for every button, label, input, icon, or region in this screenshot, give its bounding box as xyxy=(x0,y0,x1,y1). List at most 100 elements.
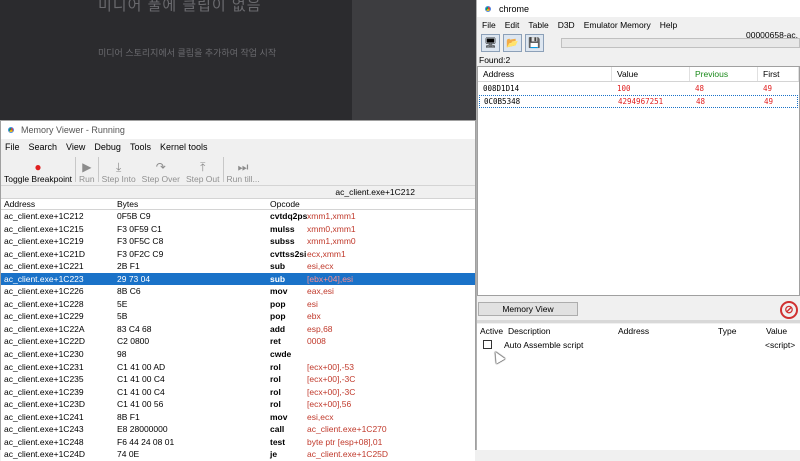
menu-kernel-tools[interactable]: Kernel tools xyxy=(160,142,208,152)
instruction-opcode: mov xyxy=(270,286,288,297)
instruction-address: ac_client.exe+1C226 xyxy=(4,286,84,297)
menu-file[interactable]: File xyxy=(5,142,20,152)
step-over-button[interactable]: ↷ Step Over xyxy=(139,154,183,186)
disassembly-row[interactable]: ac_client.exe+1C219 F3 0F5C C8 subss xmm1,x… xyxy=(1,235,475,248)
found-row-selected[interactable]: 0C0B5348 4294967251 48 49 xyxy=(479,95,798,108)
open-file-icon[interactable]: 📂 xyxy=(503,34,522,52)
save-icon[interactable]: 💾 xyxy=(525,34,544,52)
column-active[interactable]: Active xyxy=(477,324,505,339)
instruction-opcode: rol xyxy=(270,361,281,372)
instruction-bytes: 74 0E xyxy=(117,449,140,460)
step-into-icon: ⤓ xyxy=(116,160,122,174)
instruction-operands: [ecx+00],-53 xyxy=(307,361,355,372)
cheat-engine-titlebar[interactable]: chrome xyxy=(477,0,800,17)
instruction-address: ac_client.exe+1C212 xyxy=(4,211,84,221)
instruction-bytes: 2B F1 xyxy=(117,261,140,272)
instruction-opcode: sub xyxy=(270,261,286,272)
instruction-operands: 0008 xyxy=(307,336,326,347)
instruction-address: ac_client.exe+1C22D xyxy=(4,336,86,347)
cheat-table[interactable]: Active Description Address Type Value Au… xyxy=(477,324,800,450)
column-address[interactable]: Address xyxy=(1,199,114,209)
column-address[interactable]: Address xyxy=(478,67,612,81)
disassembly-row[interactable]: ac_client.exe+1C229 5B pop ebx xyxy=(1,310,475,323)
instruction-operands: esp,68 xyxy=(307,323,333,334)
instruction-bytes: E8 28000000 xyxy=(117,424,168,435)
disassembly-row[interactable]: ac_client.exe+1C212 0F5B C9 cvtdq2ps xmm1,x… xyxy=(1,210,475,223)
instruction-bytes: C1 41 00 C4 xyxy=(117,374,165,385)
instruction-bytes: 98 xyxy=(117,349,127,360)
found-list[interactable]: Address Value Previous First 008D1D14 10… xyxy=(477,66,800,296)
media-pool-empty-subtitle: 미디어 스토리지에서 클립을 추가하여 작업 시작 xyxy=(98,48,277,58)
disassembly-row[interactable]: ac_client.exe+1C235 C1 41 00 C4 rol [ecx+00… xyxy=(1,373,475,386)
cheat-table-row[interactable]: Auto Assemble script <script> xyxy=(477,339,800,351)
column-value[interactable]: Value xyxy=(763,324,800,339)
disassembly-row[interactable]: ac_client.exe+1C22D C2 0800 ret 0008 xyxy=(1,335,475,348)
menu-view[interactable]: View xyxy=(66,142,85,152)
run-till-button[interactable]: ⏭ Run till... xyxy=(224,154,263,186)
column-opcode[interactable]: Opcode xyxy=(267,199,475,209)
menu-table[interactable]: Table xyxy=(528,20,548,30)
menu-edit[interactable]: Edit xyxy=(505,20,520,30)
current-location: ac_client.exe+1C212 xyxy=(1,186,475,199)
found-row[interactable]: 008D1D14 100 48 49 xyxy=(478,82,799,95)
column-address[interactable]: Address xyxy=(615,324,715,339)
entry-type xyxy=(714,339,762,351)
disassembly-row[interactable]: ac_client.exe+1C230 98 cwde xyxy=(1,348,475,361)
memory-viewer-menubar: File Search View Debug Tools Kernel tool… xyxy=(1,139,475,154)
instruction-operands: [ecx+00],-3C xyxy=(307,386,356,397)
select-process-icon[interactable]: 🖥 xyxy=(481,34,500,52)
menu-help[interactable]: Help xyxy=(660,20,677,30)
menu-debug[interactable]: Debug xyxy=(94,142,121,152)
chrome-icon xyxy=(483,3,493,14)
disassembly-row[interactable]: ac_client.exe+1C243 E8 28000000 call ac_cli… xyxy=(1,423,475,436)
disassembly-row[interactable]: ac_client.exe+1C241 8B F1 mov esi,ecx xyxy=(1,411,475,424)
column-first[interactable]: First xyxy=(758,67,799,81)
instruction-address: ac_client.exe+1C235 xyxy=(4,374,84,385)
disassembly-row-selected[interactable]: ac_client.exe+1C223 29 73 04 sub [ebx+04],e… xyxy=(1,272,475,286)
instruction-address: ac_client.exe+1C241 xyxy=(4,411,84,422)
disassembly-row[interactable]: ac_client.exe+1C228 5E pop esi xyxy=(1,298,475,311)
column-description[interactable]: Description xyxy=(505,324,615,339)
instruction-bytes: 83 C4 68 xyxy=(117,323,152,334)
menu-emulator-memory[interactable]: Emulator Memory xyxy=(584,20,651,30)
disassembly-row[interactable]: ac_client.exe+1C221 2B F1 sub esi,ecx xyxy=(1,260,475,273)
instruction-opcode: cvttss2si xyxy=(270,248,307,259)
step-into-button[interactable]: ⤓ Step Into xyxy=(99,154,139,186)
disassembly-row[interactable]: ac_client.exe+1C24D 74 0E je ac_client.exe+… xyxy=(1,448,475,461)
instruction-bytes: 0F5B C9 xyxy=(117,211,151,221)
column-previous[interactable]: Previous xyxy=(690,67,758,81)
instruction-opcode: rol xyxy=(270,374,281,385)
cheat-engine-window: chrome File Edit Table D3D Emulator Memo… xyxy=(476,0,800,450)
step-out-button[interactable]: ⤒ Step Out xyxy=(183,154,223,186)
instruction-opcode: rol xyxy=(270,399,281,410)
disassembly-row[interactable]: ac_client.exe+1C215 F3 0F59 C1 mulss xmm0,x… xyxy=(1,223,475,236)
column-value[interactable]: Value xyxy=(612,67,690,81)
run-button[interactable]: ▶ Run xyxy=(76,154,98,186)
memory-view-button[interactable]: Memory View xyxy=(478,302,578,316)
menu-tools[interactable]: Tools xyxy=(130,142,151,152)
panel-splitter[interactable] xyxy=(477,320,800,323)
disassembly-row[interactable]: ac_client.exe+1C23D C1 41 00 56 rol [ecx+00… xyxy=(1,398,475,411)
instruction-operands: xmm1,xmm1 xyxy=(307,211,356,221)
disassembly-row[interactable]: ac_client.exe+1C248 F6 44 24 08 01 test byt… xyxy=(1,436,475,449)
active-checkbox[interactable] xyxy=(483,340,492,349)
disassembly-row[interactable]: ac_client.exe+1C231 C1 41 00 AD rol [ecx+00… xyxy=(1,361,475,374)
menu-d3d[interactable]: D3D xyxy=(558,20,575,30)
toggle-breakpoint-button[interactable]: ● Toggle Breakpoint xyxy=(1,154,75,186)
menu-file[interactable]: File xyxy=(482,20,496,30)
disassembly-row[interactable]: ac_client.exe+1C21D F3 0F2C C9 cvttss2si ec… xyxy=(1,248,475,261)
disassembly-row[interactable]: ac_client.exe+1C239 C1 41 00 C4 rol [ecx+00… xyxy=(1,386,475,399)
memory-viewer-titlebar[interactable]: Memory Viewer - Running xyxy=(1,121,475,139)
column-bytes[interactable]: Bytes xyxy=(114,199,267,209)
instruction-bytes: F3 0F2C C9 xyxy=(117,248,164,259)
instruction-operands: esi,ecx xyxy=(307,411,334,422)
menu-search[interactable]: Search xyxy=(29,142,58,152)
instruction-opcode: test xyxy=(270,436,286,447)
disassembly-list[interactable]: ac_client.exe+1C212 0F5B C9 cvtdq2ps xmm1,x… xyxy=(1,210,475,461)
column-type[interactable]: Type xyxy=(715,324,763,339)
instruction-operands: xmm1,xmm0 xyxy=(307,236,356,247)
clear-list-icon[interactable]: ⊘ xyxy=(780,301,798,319)
instruction-operands: ecx,xmm1 xyxy=(307,248,346,259)
disassembly-row[interactable]: ac_client.exe+1C22A 83 C4 68 add esp,68 xyxy=(1,323,475,336)
disassembly-row[interactable]: ac_client.exe+1C226 8B C6 mov eax,esi xyxy=(1,285,475,298)
